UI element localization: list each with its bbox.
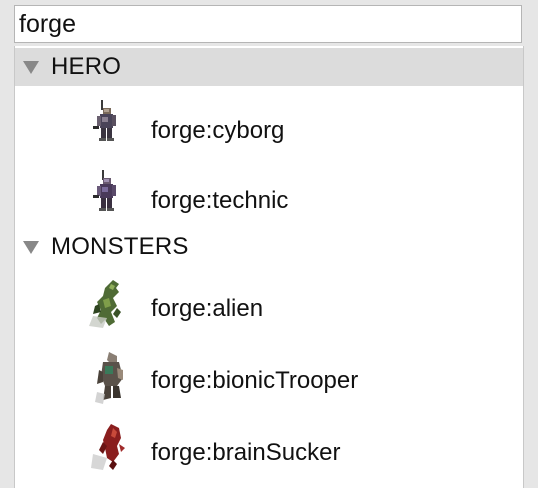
tree-item-label: forge:bionicTrooper xyxy=(151,367,359,394)
tree-item-label: forge:brainSucker xyxy=(151,439,341,466)
disclosure-triangle-icon[interactable] xyxy=(23,60,39,74)
tree-item-technic[interactable]: forge:technic xyxy=(15,168,523,234)
technic-sprite-icon xyxy=(93,170,116,211)
tree-item-label: forge:technic xyxy=(151,187,289,214)
group-header-hero[interactable]: HERO xyxy=(15,48,523,86)
group-label: HERO xyxy=(51,53,122,80)
brain-sucker-sprite-icon xyxy=(91,424,125,470)
disclosure-triangle-icon[interactable] xyxy=(23,240,39,254)
tree-item-label: forge:cyborg xyxy=(151,117,285,144)
cyborg-sprite-icon xyxy=(93,100,116,141)
group-label: MONSTERS xyxy=(51,233,189,260)
search-input[interactable] xyxy=(14,5,522,43)
entity-picker-panel: HERO forge:cyborg xyxy=(0,0,538,488)
entity-tree[interactable]: HERO forge:cyborg forge:technic MONSTERS… xyxy=(14,46,524,488)
bionic-trooper-sprite-icon xyxy=(95,352,123,404)
tree-item-bionic-trooper[interactable]: forge:bionicTrooper xyxy=(15,348,523,414)
group-header-monsters[interactable]: MONSTERS xyxy=(15,228,523,266)
tree-item-label: forge:alien xyxy=(151,295,264,322)
tree-item-alien[interactable]: forge:alien xyxy=(15,276,523,342)
alien-sprite-icon xyxy=(89,280,121,328)
tree-item-brain-sucker[interactable]: forge:brainSucker xyxy=(15,420,523,486)
tree-item-cyborg[interactable]: forge:cyborg xyxy=(15,98,523,164)
